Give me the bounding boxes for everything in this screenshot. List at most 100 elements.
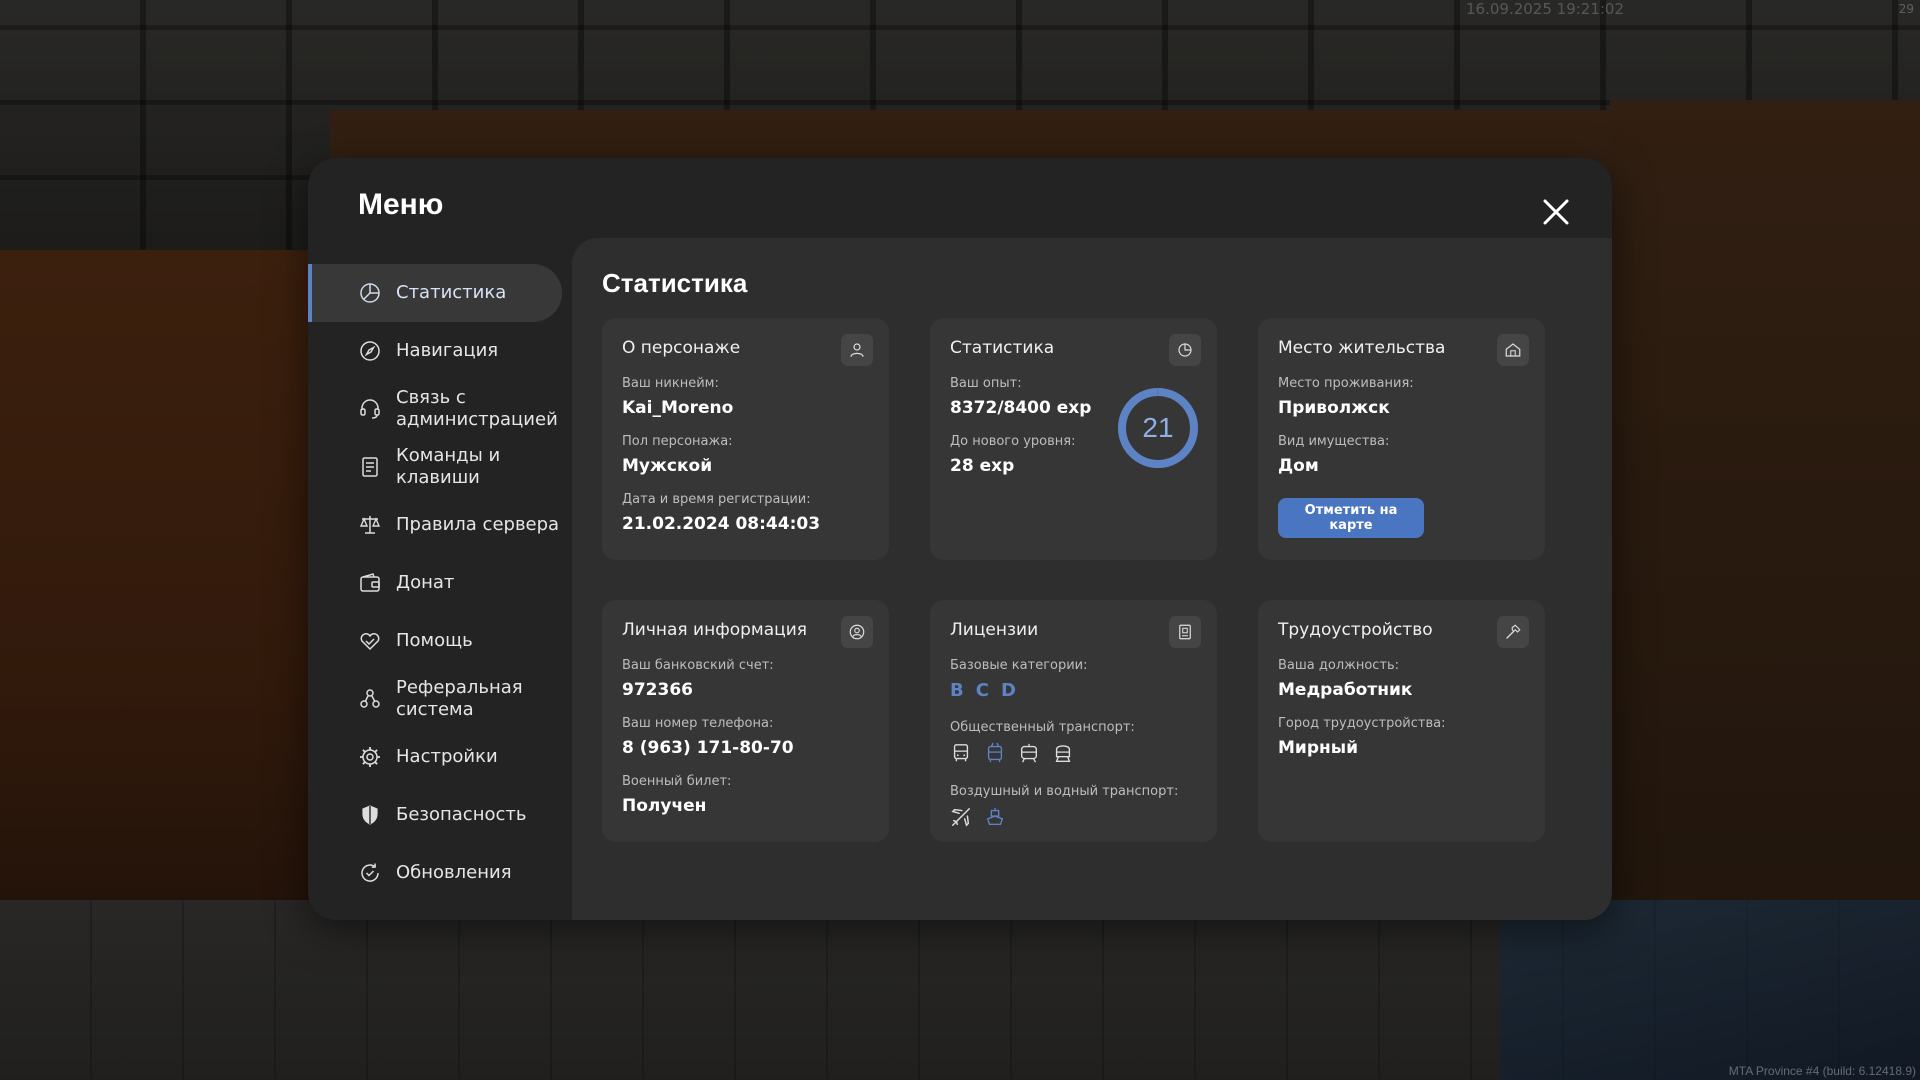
field-public-transport: Общественный транспорт: (950, 720, 1135, 764)
field-value: 972366 (622, 680, 693, 700)
sidebar-item-referral[interactable]: Реферальная система (308, 670, 562, 728)
sidebar-item-security[interactable]: Безопасность (308, 786, 562, 844)
license-category-b: B (950, 680, 964, 701)
sidebar-item-settings[interactable]: Настройки (308, 728, 562, 786)
house-icon (1505, 343, 1521, 357)
field-nickname: Ваш никнейм: Kai_Moreno (622, 376, 733, 418)
pie-chart-icon (360, 283, 380, 303)
field-next-level: До нового уровня: 28 exp (950, 434, 1076, 476)
tram-icon (1020, 743, 1038, 763)
field-label: Ваш опыт: (950, 376, 1022, 391)
sidebar-item-statistics[interactable]: Статистика (308, 264, 562, 322)
field-value: Мирный (1278, 738, 1359, 758)
field-label: Базовые категории: (950, 658, 1088, 673)
card-title: Место жительства (1278, 338, 1446, 358)
sidebar-item-help[interactable]: Помощь (308, 612, 562, 670)
field-bank-account: Ваш банковский счет: 972366 (622, 658, 774, 700)
field-label: Военный билет: (622, 774, 732, 789)
field-label: Ваш никнейм: (622, 376, 719, 391)
sidebar: Статистика Навигация Связь с администрац… (308, 264, 562, 902)
sidebar-item-navigation[interactable]: Навигация (308, 322, 562, 380)
card-title: Личная информация (622, 620, 808, 640)
sidebar-item-label: Помощь (396, 630, 473, 651)
referral-network-icon (360, 689, 380, 708)
sidebar-item-label: Команды и клавиши (396, 445, 501, 488)
field-label: Пол персонажа: (622, 434, 733, 449)
trolleybus-icon (987, 742, 1003, 763)
sidebar-item-commands[interactable]: Команды и клавиши (308, 438, 562, 496)
content-panel: Статистика О персонаже Ваш никнейм: Kai_… (572, 238, 1612, 920)
license-card-icon (1179, 624, 1191, 640)
build-info: MTA Province #4 (build: 6.12418.9) (1728, 1064, 1916, 1078)
menu-title: Меню (358, 188, 444, 221)
menu-window: Меню Статистика Навигация Связь с админи… (308, 158, 1612, 920)
air-water-transport-icons (950, 806, 1178, 828)
field-value: Дом (1278, 456, 1319, 476)
airplane-icon (951, 808, 970, 827)
refresh-check-icon (361, 863, 379, 882)
card-icon-badge (841, 334, 873, 366)
card-residence: Место жительства Место проживания: Приво… (1258, 318, 1545, 560)
field-label: Вид имущества: (1278, 434, 1390, 449)
sidebar-item-label: Реферальная система (396, 677, 523, 720)
license-category-d: D (1000, 680, 1016, 701)
level-number: 21 (1142, 412, 1174, 443)
boat-icon (986, 807, 1004, 826)
sidebar-item-label: Безопасность (396, 804, 527, 825)
field-value: 28 exp (950, 456, 1015, 476)
user-icon (850, 343, 864, 357)
page-title: Статистика (602, 268, 748, 298)
field-air-water-transport: Воздушный и водный транспорт: (950, 784, 1178, 828)
field-label: Ваш банковский счет: (622, 658, 774, 673)
sidebar-item-label: Правила сервера (396, 514, 560, 535)
handshake-heart-icon (360, 633, 380, 651)
card-character: О персонаже Ваш никнейм: Kai_Moreno Пол … (602, 318, 889, 560)
card-icon-badge (1169, 616, 1201, 648)
card-stats: Статистика Ваш опыт: 8372/8400 exp До но… (930, 318, 1217, 560)
field-phone: Ваш номер телефона: 8 (963) 171-80-70 (622, 716, 794, 758)
field-job-city: Город трудоустройства: Мирный (1278, 716, 1445, 758)
card-personal-info: Личная информация Ваш банковский счет: 9… (602, 600, 889, 842)
field-military-id: Военный билет: Получен (622, 774, 731, 816)
sidebar-item-donate[interactable]: Донат (308, 554, 562, 612)
card-icon-badge (841, 616, 873, 648)
headset-icon (360, 399, 380, 419)
sidebar-item-label: Донат (396, 572, 455, 593)
field-value: 21.02.2024 08:44:03 (622, 514, 821, 534)
field-value: 8 (963) 171-80-70 (622, 738, 794, 758)
field-gender: Пол персонажа: Мужской (622, 434, 733, 476)
close-button[interactable] (1538, 194, 1574, 230)
license-categories: B C D (950, 680, 1088, 701)
timestamp: 16.09.2025 19:21:02 (1466, 0, 1625, 18)
sidebar-item-label: Настройки (396, 746, 498, 767)
field-label: Воздушный и водный транспорт: (950, 784, 1179, 799)
card-title: Лицензии (950, 620, 1039, 640)
field-label: Общественный транспорт: (950, 720, 1135, 735)
card-icon-badge (1497, 334, 1529, 366)
gear-icon (360, 747, 380, 767)
card-licenses: Лицензии Базовые категории: B C D Общест… (930, 600, 1217, 842)
scales-icon (359, 516, 381, 534)
sidebar-item-rules[interactable]: Правила сервера (308, 496, 562, 554)
sidebar-item-admin-contact[interactable]: Связь с администрацией (308, 380, 562, 438)
pie-chart-icon (1178, 343, 1192, 357)
field-property-type: Вид имущества: Дом (1278, 434, 1389, 476)
field-residence-place: Место проживания: Приволжск (1278, 376, 1414, 418)
wallet-icon (360, 573, 380, 592)
document-list-icon (362, 457, 378, 477)
field-label: До нового уровня: (950, 434, 1076, 449)
field-label: Дата и время регистрации: (622, 492, 811, 507)
field-value: Получен (622, 796, 707, 816)
sidebar-item-updates[interactable]: Обновления (308, 844, 562, 902)
user-circle-icon (849, 624, 865, 640)
card-title: Трудоустройство (1278, 620, 1433, 640)
field-label: Место проживания: (1278, 376, 1414, 391)
sidebar-item-label: Навигация (396, 340, 499, 361)
card-title: О персонаже (622, 338, 741, 358)
card-title: Статистика (950, 338, 1055, 358)
field-label: Ваш номер телефона: (622, 716, 774, 731)
mark-on-map-button[interactable]: Отметить на карте (1278, 498, 1424, 538)
field-label: Ваша должность: (1278, 658, 1400, 673)
metro-icon (1055, 745, 1071, 762)
sidebar-item-label: Обновления (396, 862, 512, 883)
